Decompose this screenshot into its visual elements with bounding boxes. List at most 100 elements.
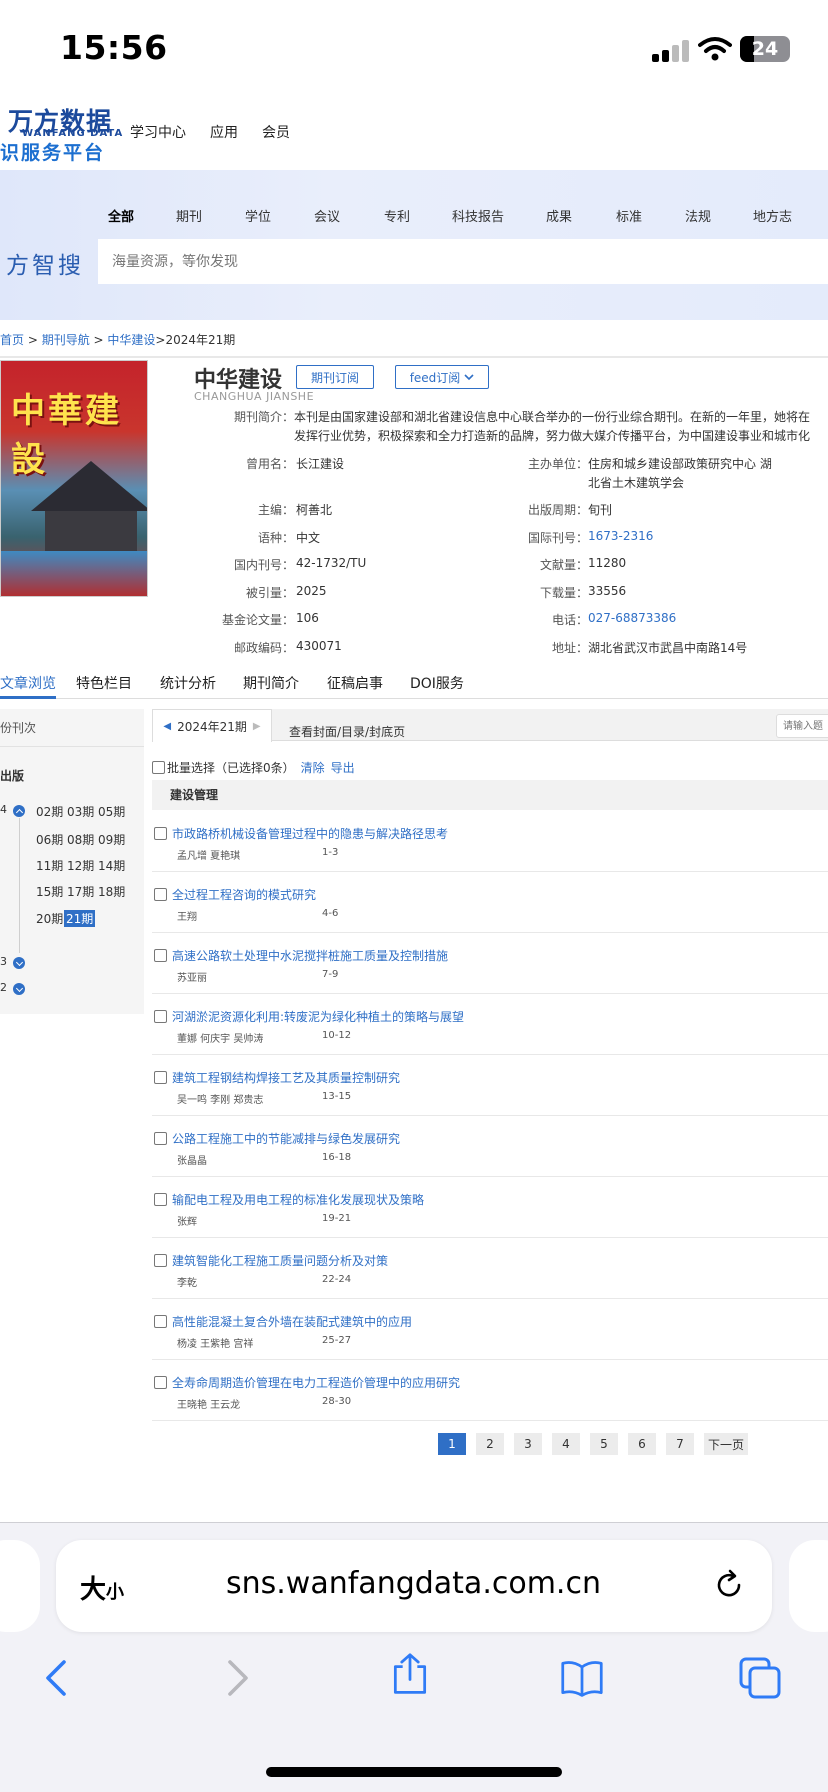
share-icon[interactable] bbox=[388, 1652, 432, 1696]
cat-tech-report[interactable]: 科技报告 bbox=[452, 206, 504, 225]
back-icon[interactable] bbox=[36, 1656, 80, 1700]
tab-featured-columns[interactable]: 特色栏目 bbox=[76, 673, 132, 693]
tab-doi-service[interactable]: DOI服务 bbox=[410, 673, 464, 693]
issue-link-active[interactable]: 21期 bbox=[64, 910, 96, 927]
article-checkbox[interactable] bbox=[154, 1254, 167, 1267]
issue-link[interactable]: 09期 bbox=[98, 831, 125, 848]
subscribe-button[interactable]: 期刊订阅 bbox=[296, 365, 374, 389]
article-title[interactable]: 高性能混凝土复合外墙在装配式建筑中的应用 bbox=[172, 1313, 412, 1330]
breadcrumb-journal-nav[interactable]: 期刊导航 bbox=[42, 333, 90, 347]
bookmarks-icon[interactable] bbox=[560, 1656, 604, 1700]
issue-link[interactable]: 06期 bbox=[36, 831, 63, 848]
cat-degree[interactable]: 学位 bbox=[245, 206, 271, 225]
issue-link[interactable]: 02期 bbox=[36, 803, 63, 820]
breadcrumb-journal[interactable]: 中华建设 bbox=[107, 333, 155, 347]
page-button[interactable]: 7 bbox=[666, 1433, 694, 1455]
expand-year-icon[interactable] bbox=[13, 957, 25, 969]
article-title[interactable]: 高速公路软土处理中水泥搅拌桩施工质量及控制措施 bbox=[172, 947, 448, 964]
cat-achievement[interactable]: 成果 bbox=[546, 206, 572, 225]
tab-article-browse[interactable]: 文章浏览 bbox=[0, 673, 56, 693]
breadcrumb-home[interactable]: 首页 bbox=[0, 333, 24, 347]
article-title[interactable]: 公路工程施工中的节能减排与绿色发展研究 bbox=[172, 1130, 400, 1147]
cat-all[interactable]: 全部 bbox=[108, 206, 134, 225]
issue-link[interactable]: 03期 bbox=[67, 803, 94, 820]
bulk-select-checkbox[interactable] bbox=[152, 761, 165, 774]
article-title[interactable]: 输配电工程及用电工程的标准化发展现状及策略 bbox=[172, 1191, 424, 1208]
home-indicator[interactable] bbox=[266, 1767, 562, 1777]
article-checkbox[interactable] bbox=[154, 827, 167, 840]
issue-link[interactable]: 11期 bbox=[36, 857, 63, 874]
expand-year-icon[interactable] bbox=[13, 983, 25, 995]
nav-membership[interactable]: 会员 bbox=[262, 122, 290, 142]
view-toc-link[interactable]: 查看封面/目录/封底页 bbox=[289, 723, 405, 740]
article-checkbox[interactable] bbox=[154, 1193, 167, 1206]
page-button[interactable]: 3 bbox=[514, 1433, 542, 1455]
article-title[interactable]: 河湖淤泥资源化利用:转废泥为绿化种植土的策略与展望 bbox=[172, 1008, 464, 1025]
next-page-button[interactable]: 下一页 bbox=[704, 1433, 749, 1455]
year-label[interactable]: 3 bbox=[0, 955, 7, 968]
article-authors[interactable]: 王晓艳 王云龙 bbox=[177, 1396, 240, 1411]
article-authors[interactable]: 吴一鸣 李刚 郑贵志 bbox=[177, 1091, 263, 1106]
nav-apps[interactable]: 应用 bbox=[210, 122, 238, 142]
page-settings-button[interactable]: 大小 bbox=[80, 1569, 124, 1606]
previous-tab-preview[interactable] bbox=[0, 1540, 40, 1632]
year-label[interactable]: 2 bbox=[0, 981, 7, 994]
clear-selection-link[interactable]: 清除 bbox=[301, 759, 325, 776]
article-authors[interactable]: 苏亚丽 bbox=[177, 969, 207, 984]
article-title[interactable]: 全过程工程咨询的模式研究 bbox=[172, 886, 316, 903]
issue-link[interactable]: 17期 bbox=[67, 883, 94, 900]
collapse-year-icon[interactable] bbox=[13, 805, 25, 817]
url-text[interactable]: sns.wanfangdata.com.cn bbox=[226, 1566, 601, 1601]
tab-journal-intro[interactable]: 期刊简介 bbox=[243, 673, 299, 693]
article-title[interactable]: 建筑智能化工程施工质量问题分析及对策 bbox=[172, 1252, 388, 1269]
article-authors[interactable]: 张晶晶 bbox=[177, 1152, 207, 1167]
article-authors[interactable]: 董娜 何庆宇 吴帅涛 bbox=[177, 1030, 263, 1045]
tab-call-for-papers[interactable]: 征稿启事 bbox=[327, 673, 383, 693]
article-checkbox[interactable] bbox=[154, 1376, 167, 1389]
cat-conference[interactable]: 会议 bbox=[314, 206, 340, 225]
page-button[interactable]: 4 bbox=[552, 1433, 580, 1455]
year-label[interactable]: 4 bbox=[0, 803, 7, 816]
nav-learning-center[interactable]: 学习中心 bbox=[130, 122, 186, 142]
cat-local-chronicle[interactable]: 地方志 bbox=[753, 206, 792, 225]
issue-selector[interactable]: ◀ 2024年21期 ▶ bbox=[152, 709, 272, 742]
export-link[interactable]: 导出 bbox=[331, 759, 355, 776]
page-button[interactable]: 6 bbox=[628, 1433, 656, 1455]
next-issue-icon[interactable]: ▶ bbox=[253, 721, 261, 732]
article-title[interactable]: 建筑工程钢结构焊接工艺及其质量控制研究 bbox=[172, 1069, 400, 1086]
issue-link[interactable]: 14期 bbox=[98, 857, 125, 874]
issue-link[interactable]: 20期 bbox=[36, 910, 63, 927]
article-checkbox[interactable] bbox=[154, 1132, 167, 1145]
search-input[interactable] bbox=[98, 239, 828, 284]
page-button[interactable]: 2 bbox=[476, 1433, 504, 1455]
article-authors[interactable]: 杨凌 王紫艳 宫祥 bbox=[177, 1335, 253, 1350]
issue-link[interactable]: 18期 bbox=[98, 883, 125, 900]
next-tab-preview[interactable] bbox=[789, 1540, 828, 1632]
issue-search-input[interactable] bbox=[776, 714, 828, 738]
issue-link[interactable]: 12期 bbox=[67, 857, 94, 874]
tabs-icon[interactable] bbox=[738, 1656, 782, 1700]
journal-cover[interactable]: 中華建設 bbox=[0, 360, 148, 597]
article-authors[interactable]: 孟凡增 夏艳琪 bbox=[177, 847, 240, 862]
cat-regulation[interactable]: 法规 bbox=[685, 206, 711, 225]
article-title[interactable]: 市政路桥机械设备管理过程中的隐患与解决路径思考 bbox=[172, 825, 448, 842]
issue-link[interactable]: 05期 bbox=[98, 803, 125, 820]
article-authors[interactable]: 李乾 bbox=[177, 1274, 197, 1289]
article-checkbox[interactable] bbox=[154, 1315, 167, 1328]
feed-subscribe-button[interactable]: feed订阅 bbox=[395, 365, 489, 389]
article-checkbox[interactable] bbox=[154, 888, 167, 901]
article-authors[interactable]: 张辉 bbox=[177, 1213, 197, 1228]
prev-issue-icon[interactable]: ◀ bbox=[163, 721, 171, 732]
field-phone-link[interactable]: 027-68873386 bbox=[588, 611, 676, 625]
cat-patent[interactable]: 专利 bbox=[384, 206, 410, 225]
tab-statistics[interactable]: 统计分析 bbox=[160, 673, 216, 693]
reload-icon[interactable] bbox=[712, 1568, 746, 1602]
page-button[interactable]: 5 bbox=[590, 1433, 618, 1455]
field-issn-link[interactable]: 1673-2316 bbox=[588, 529, 653, 543]
issue-link[interactable]: 08期 bbox=[67, 831, 94, 848]
forward-icon[interactable] bbox=[214, 1656, 258, 1700]
cat-journal[interactable]: 期刊 bbox=[176, 206, 202, 225]
article-checkbox[interactable] bbox=[154, 949, 167, 962]
article-checkbox[interactable] bbox=[154, 1071, 167, 1084]
cat-standard[interactable]: 标准 bbox=[616, 206, 642, 225]
